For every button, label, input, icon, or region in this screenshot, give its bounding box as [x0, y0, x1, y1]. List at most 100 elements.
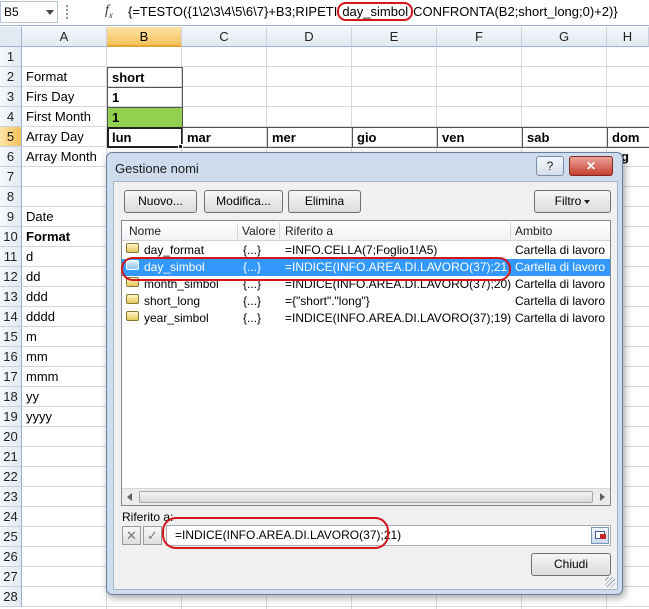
collapse-dialog-icon[interactable] [591, 527, 609, 544]
cell-c5[interactable]: mar [182, 127, 268, 148]
row-header-17[interactable]: 17 [0, 367, 22, 387]
name-row[interactable]: day_simbol {...} =INDICE(INFO.AREA.DI.LA… [122, 259, 610, 276]
column-header-a[interactable]: A [22, 27, 107, 47]
horizontal-scrollbar[interactable] [122, 488, 610, 505]
cell-b2[interactable]: short [107, 67, 183, 88]
row-header-8[interactable]: 8 [0, 187, 22, 207]
cell-a15[interactable]: m [22, 327, 107, 347]
row-header-3[interactable]: 3 [0, 87, 22, 107]
row-header-22[interactable]: 22 [0, 467, 22, 487]
select-all-corner[interactable] [0, 27, 22, 47]
row-header-6[interactable]: 6 [0, 147, 22, 167]
col-header-value[interactable]: Valore [242, 224, 276, 238]
cell-e5[interactable]: gio [352, 127, 438, 148]
cell-a10[interactable]: Format [22, 227, 107, 247]
edit-button[interactable]: Modifica... [204, 190, 283, 213]
cell-b3[interactable]: 1 [107, 87, 183, 108]
row-header-5[interactable]: 5 [0, 127, 22, 147]
formula-text-before: {=TESTO({1\2\3\4\5\6\7}+B3;RIPETI [128, 4, 338, 19]
chevron-down-icon[interactable] [46, 10, 54, 15]
col-header-refers-to[interactable]: Riferito a [285, 224, 333, 238]
names-list[interactable]: Nome Valore Riferito a Ambito day_format… [121, 220, 611, 506]
scroll-right-icon[interactable] [600, 493, 605, 501]
row-header-27[interactable]: 27 [0, 567, 22, 587]
help-button[interactable]: ? [536, 156, 564, 176]
row-header-9[interactable]: 9 [0, 207, 22, 227]
cell-f5[interactable]: ven [437, 127, 523, 148]
cell-a17[interactable]: mmm [22, 367, 107, 387]
close-button[interactable]: ✕ [569, 156, 613, 176]
value-cell: {...} [243, 260, 262, 274]
row-header-18[interactable]: 18 [0, 387, 22, 407]
name-row[interactable]: short_long {...} ={"short"."long"} Carte… [122, 293, 610, 310]
row-header-25[interactable]: 25 [0, 527, 22, 547]
cell-a16[interactable]: mm [22, 347, 107, 367]
row-header-10[interactable]: 10 [0, 227, 22, 247]
resize-grip-icon[interactable] [605, 577, 615, 587]
row-header-16[interactable]: 16 [0, 347, 22, 367]
column-header-f[interactable]: F [437, 27, 522, 47]
row-header-21[interactable]: 21 [0, 447, 22, 467]
column-header-h[interactable]: H [607, 27, 649, 47]
cell-g5[interactable]: sab [522, 127, 608, 148]
row-header-13[interactable]: 13 [0, 287, 22, 307]
filter-button[interactable]: Filtro [534, 190, 611, 213]
col-header-name[interactable]: Nome [129, 224, 161, 238]
column-header-g[interactable]: G [522, 27, 607, 47]
named-range-icon [126, 311, 139, 321]
refers-to-cell: =INFO.CELLA(7;Foglio1!A5) [285, 243, 438, 257]
cell-a9[interactable]: Date [22, 207, 107, 227]
cell-b5[interactable]: lun [107, 127, 183, 148]
cell-a5[interactable]: Array Day [22, 127, 107, 147]
cell-b4[interactable]: 1 [107, 107, 183, 128]
formula-bar-grip[interactable] [66, 5, 70, 19]
cell-a4[interactable]: First Month [22, 107, 107, 127]
row-header-11[interactable]: 11 [0, 247, 22, 267]
name-box[interactable]: B5 [0, 1, 58, 23]
formula-input[interactable]: {=TESTO({1\2\3\4\5\6\7}+B3;RIPETI day_sim… [128, 2, 618, 21]
confirm-edit-icon[interactable]: ✓ [143, 526, 162, 545]
row-header-23[interactable]: 23 [0, 487, 22, 507]
cell-d5[interactable]: mer [267, 127, 353, 148]
fill-handle[interactable] [178, 144, 183, 149]
scroll-thumb[interactable] [139, 491, 593, 503]
cell-a6[interactable]: Array Month [22, 147, 107, 167]
cell-a3[interactable]: Firs Day [22, 87, 107, 107]
row-header-20[interactable]: 20 [0, 427, 22, 447]
cancel-edit-icon[interactable]: ✕ [122, 526, 141, 545]
row-header-24[interactable]: 24 [0, 507, 22, 527]
row-header-14[interactable]: 14 [0, 307, 22, 327]
cell-a14[interactable]: dddd [22, 307, 107, 327]
row-header-19[interactable]: 19 [0, 407, 22, 427]
column-header-c[interactable]: C [182, 27, 267, 47]
cell-a19[interactable]: yyyy [22, 407, 107, 427]
row-header-26[interactable]: 26 [0, 547, 22, 567]
name-row[interactable]: year_simbol {...} =INDICE(INFO.AREA.DI.L… [122, 310, 610, 327]
column-header-b[interactable]: B [107, 27, 182, 47]
row-header-4[interactable]: 4 [0, 107, 22, 127]
row-header-2[interactable]: 2 [0, 67, 22, 87]
scroll-left-icon[interactable] [127, 493, 132, 501]
col-header-scope[interactable]: Ambito [515, 224, 552, 238]
cell-a2[interactable]: Format [22, 67, 107, 87]
row-header-28[interactable]: 28 [0, 587, 22, 607]
column-header-d[interactable]: D [267, 27, 352, 47]
cell-a12[interactable]: dd [22, 267, 107, 287]
close-dialog-button[interactable]: Chiudi [531, 553, 611, 576]
cell-h5[interactable]: dom [607, 127, 649, 148]
row-header-1[interactable]: 1 [0, 47, 22, 67]
column-header-e[interactable]: E [352, 27, 437, 47]
row-header-7[interactable]: 7 [0, 167, 22, 187]
cell-a11[interactable]: d [22, 247, 107, 267]
name-cell: day_simbol [144, 260, 205, 274]
row-header-12[interactable]: 12 [0, 267, 22, 287]
refers-to-input[interactable]: =INDICE(INFO.AREA.DI.LAVORO(37);21) [166, 525, 611, 546]
cell-a13[interactable]: ddd [22, 287, 107, 307]
insert-function-icon[interactable]: fx [105, 3, 113, 20]
name-row[interactable]: month_simbol {...} =INDICE(INFO.AREA.DI.… [122, 276, 610, 293]
cell-a18[interactable]: yy [22, 387, 107, 407]
new-button[interactable]: Nuovo... [124, 190, 197, 213]
name-row[interactable]: day_format {...} =INFO.CELLA(7;Foglio1!A… [122, 242, 610, 259]
delete-button[interactable]: Elimina [288, 190, 361, 213]
row-header-15[interactable]: 15 [0, 327, 22, 347]
